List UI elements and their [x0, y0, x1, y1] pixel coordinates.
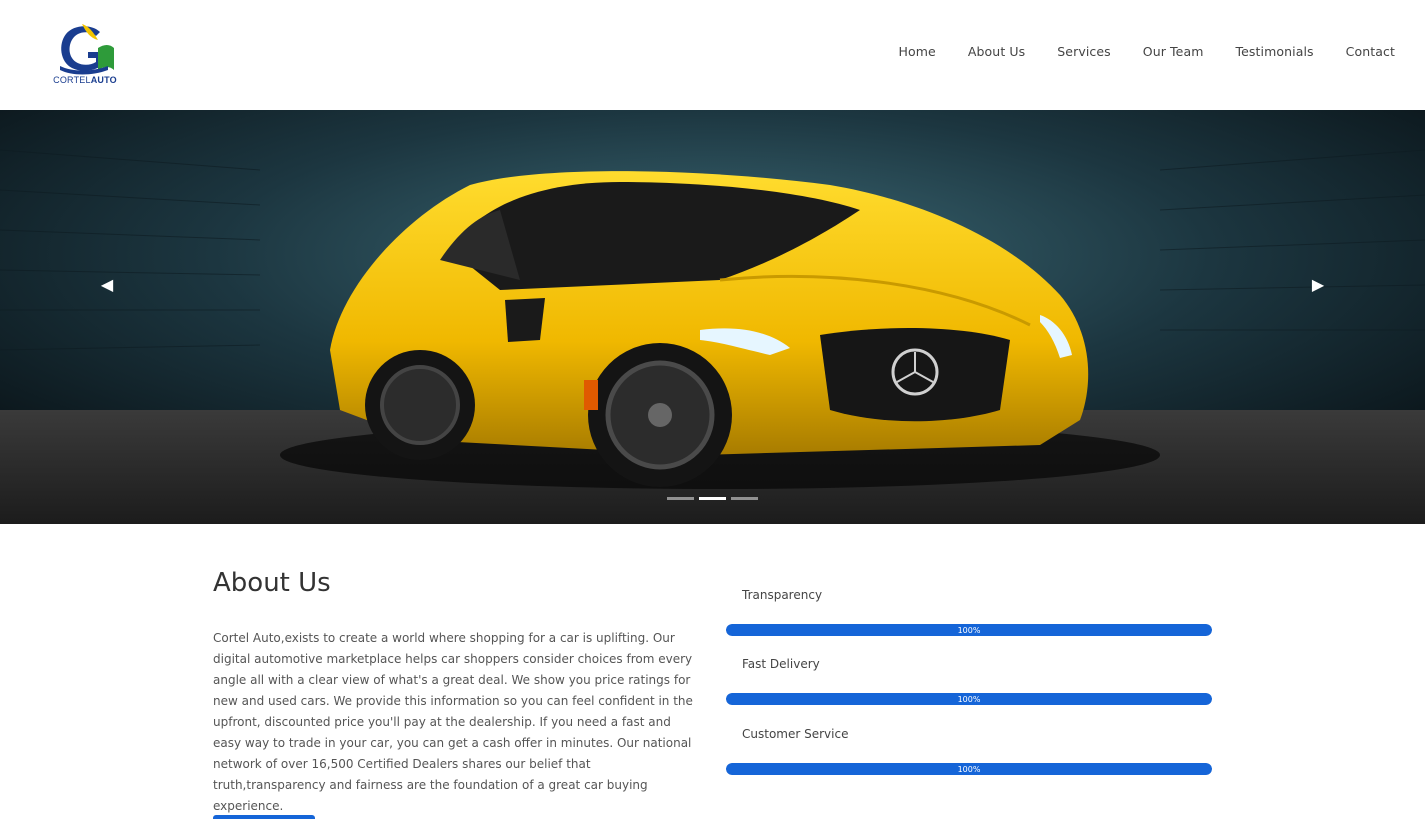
cortel-auto-logo[interactable]: CORTELAUTO: [52, 22, 118, 88]
skill-label: Customer Service: [742, 727, 849, 741]
carousel-indicator[interactable]: [667, 497, 694, 500]
nav-about-us[interactable]: About Us: [968, 44, 1025, 59]
main-nav: Home About Us Services Our Team Testimon…: [867, 44, 1395, 59]
nav-our-team[interactable]: Our Team: [1143, 44, 1204, 59]
skill-label: Transparency: [742, 588, 823, 602]
nav-testimonials[interactable]: Testimonials: [1236, 44, 1314, 59]
logo-wordmark: CORTELAUTO: [53, 75, 117, 85]
skill-label: Fast Delivery: [742, 657, 820, 671]
progress-track: 100%: [726, 763, 1212, 775]
progress-value: 100%: [957, 694, 981, 704]
carousel-indicators: [667, 497, 758, 500]
hero-car-image: [0, 110, 1425, 524]
skill-fast-delivery: Fast Delivery 100%: [726, 657, 1212, 705]
about-title: About Us: [213, 568, 331, 598]
carousel-prev-button[interactable]: ◀: [95, 272, 119, 296]
progress-value: 100%: [957, 764, 981, 774]
skill-transparency: Transparency 100%: [726, 588, 1212, 636]
chevron-right-icon: ▶: [1311, 274, 1325, 294]
progress-fill: 100%: [726, 693, 1212, 705]
carousel-next-button[interactable]: ▶: [1306, 272, 1330, 296]
nav-contact[interactable]: Contact: [1346, 44, 1395, 59]
chevron-left-icon: ◀: [100, 274, 114, 294]
nav-home[interactable]: Home: [899, 44, 936, 59]
carousel-indicator[interactable]: [731, 497, 758, 500]
skill-customer-service: Customer Service 100%: [726, 727, 1212, 775]
progress-fill: 100%: [726, 624, 1212, 636]
progress-value: 100%: [957, 625, 981, 635]
progress-fill: 100%: [726, 763, 1212, 775]
progress-track: 100%: [726, 693, 1212, 705]
progress-track: 100%: [726, 624, 1212, 636]
hero-carousel: ◀ ▶: [0, 110, 1425, 524]
about-body: Cortel Auto,exists to create a world whe…: [213, 631, 693, 813]
about-read-more-button[interactable]: [213, 815, 315, 819]
carousel-indicator-active[interactable]: [699, 497, 726, 500]
logo-mark-icon: [60, 24, 114, 75]
site-header: CORTELAUTO Home About Us Services Our Te…: [0, 0, 1425, 110]
nav-services[interactable]: Services: [1057, 44, 1111, 59]
